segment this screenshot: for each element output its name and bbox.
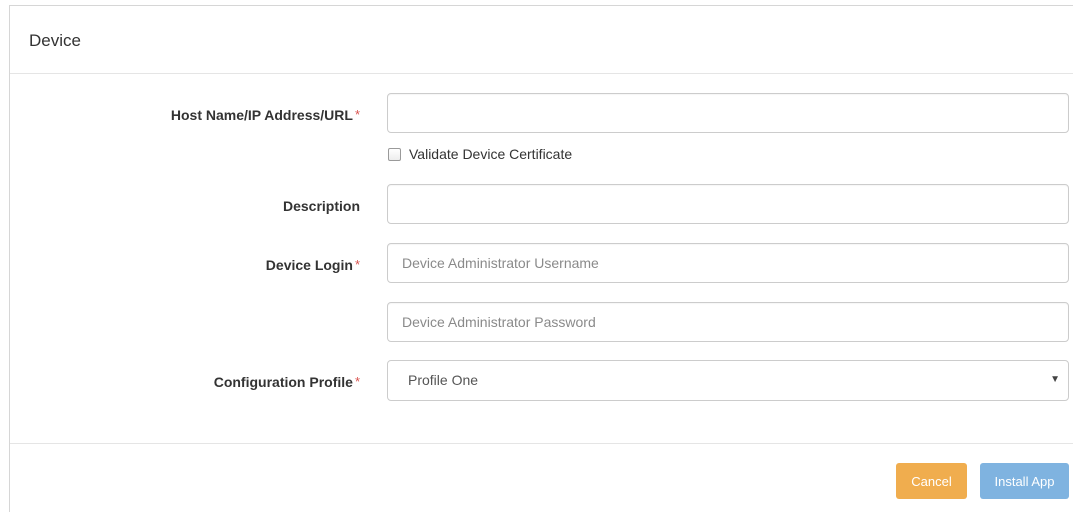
dialog-title: Device — [29, 31, 81, 50]
configuration-profile-required-mark: * — [354, 374, 360, 389]
password-input[interactable] — [387, 302, 1069, 342]
device-dialog: Device Host Name/IP Address/URL * Validat… — [9, 5, 1073, 512]
validate-certificate-label: Validate Device Certificate — [409, 146, 573, 162]
host-input[interactable] — [387, 93, 1069, 133]
description-label-text: Description — [282, 198, 360, 214]
chevron-down-icon: ▼ — [1050, 374, 1060, 385]
description-input[interactable] — [387, 184, 1069, 224]
host-label-text: Host Name/IP Address/URL — [170, 107, 353, 123]
host-required-mark: * — [354, 107, 360, 122]
install-app-button[interactable]: Install App — [980, 463, 1069, 499]
host-label: Host Name/IP Address/URL * — [171, 106, 360, 124]
device-login-required-mark: * — [354, 257, 360, 272]
dialog-footer: Cancel Install App — [10, 443, 1073, 513]
dialog-header: Device — [10, 6, 1073, 74]
device-login-label: Device Login * — [266, 256, 360, 274]
validate-certificate-option[interactable]: Validate Device Certificate — [387, 145, 572, 163]
configuration-profile-select[interactable]: Profile One ▼ — [387, 360, 1069, 401]
cancel-button[interactable]: Cancel — [896, 463, 967, 499]
validate-certificate-checkbox[interactable] — [388, 147, 401, 161]
description-label: Description — [283, 197, 360, 215]
configuration-profile-label-text: Configuration Profile — [213, 374, 353, 390]
configuration-profile-label: Configuration Profile * — [214, 373, 360, 391]
username-input[interactable] — [387, 243, 1069, 283]
configuration-profile-selected: Profile One — [408, 372, 479, 388]
device-login-label-text: Device Login — [265, 257, 353, 273]
